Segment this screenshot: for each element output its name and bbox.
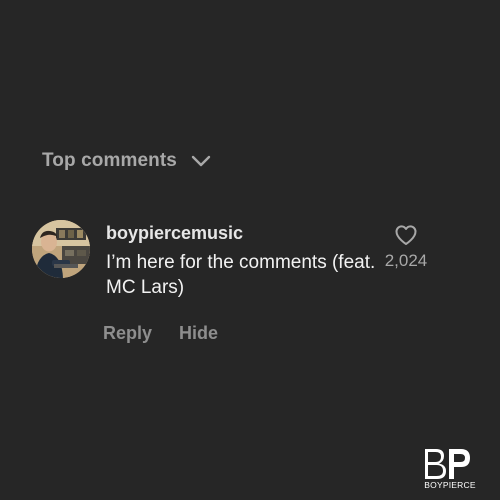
- comments-screen: Top comments boypiercemusic I’m here for…: [0, 0, 500, 500]
- logo-wordmark: BOYPIERCE: [424, 480, 476, 490]
- top-comments-dropdown[interactable]: Top comments: [42, 150, 211, 172]
- user-avatar-photo: [32, 220, 90, 278]
- bp-logo-icon: BOYPIERCE: [424, 449, 476, 490]
- top-comments-label: Top comments: [42, 150, 177, 171]
- heart-outline-icon[interactable]: [394, 224, 418, 246]
- comment-username[interactable]: boypiercemusic: [106, 223, 243, 244]
- like-section: 2,024: [378, 224, 434, 271]
- avatar[interactable]: [32, 220, 90, 278]
- reply-button[interactable]: Reply: [103, 323, 152, 344]
- boypierce-logo: BOYPIERCE: [420, 446, 480, 490]
- comment-item: boypiercemusic I’m here for the comments…: [32, 218, 472, 298]
- like-count: 2,024: [384, 251, 428, 270]
- chevron-down-icon: [191, 155, 211, 167]
- comment-actions: Reply Hide: [103, 323, 218, 344]
- comment-text: I’m here for the comments (feat. MC Lars…: [106, 252, 376, 298]
- hide-button[interactable]: Hide: [179, 323, 218, 344]
